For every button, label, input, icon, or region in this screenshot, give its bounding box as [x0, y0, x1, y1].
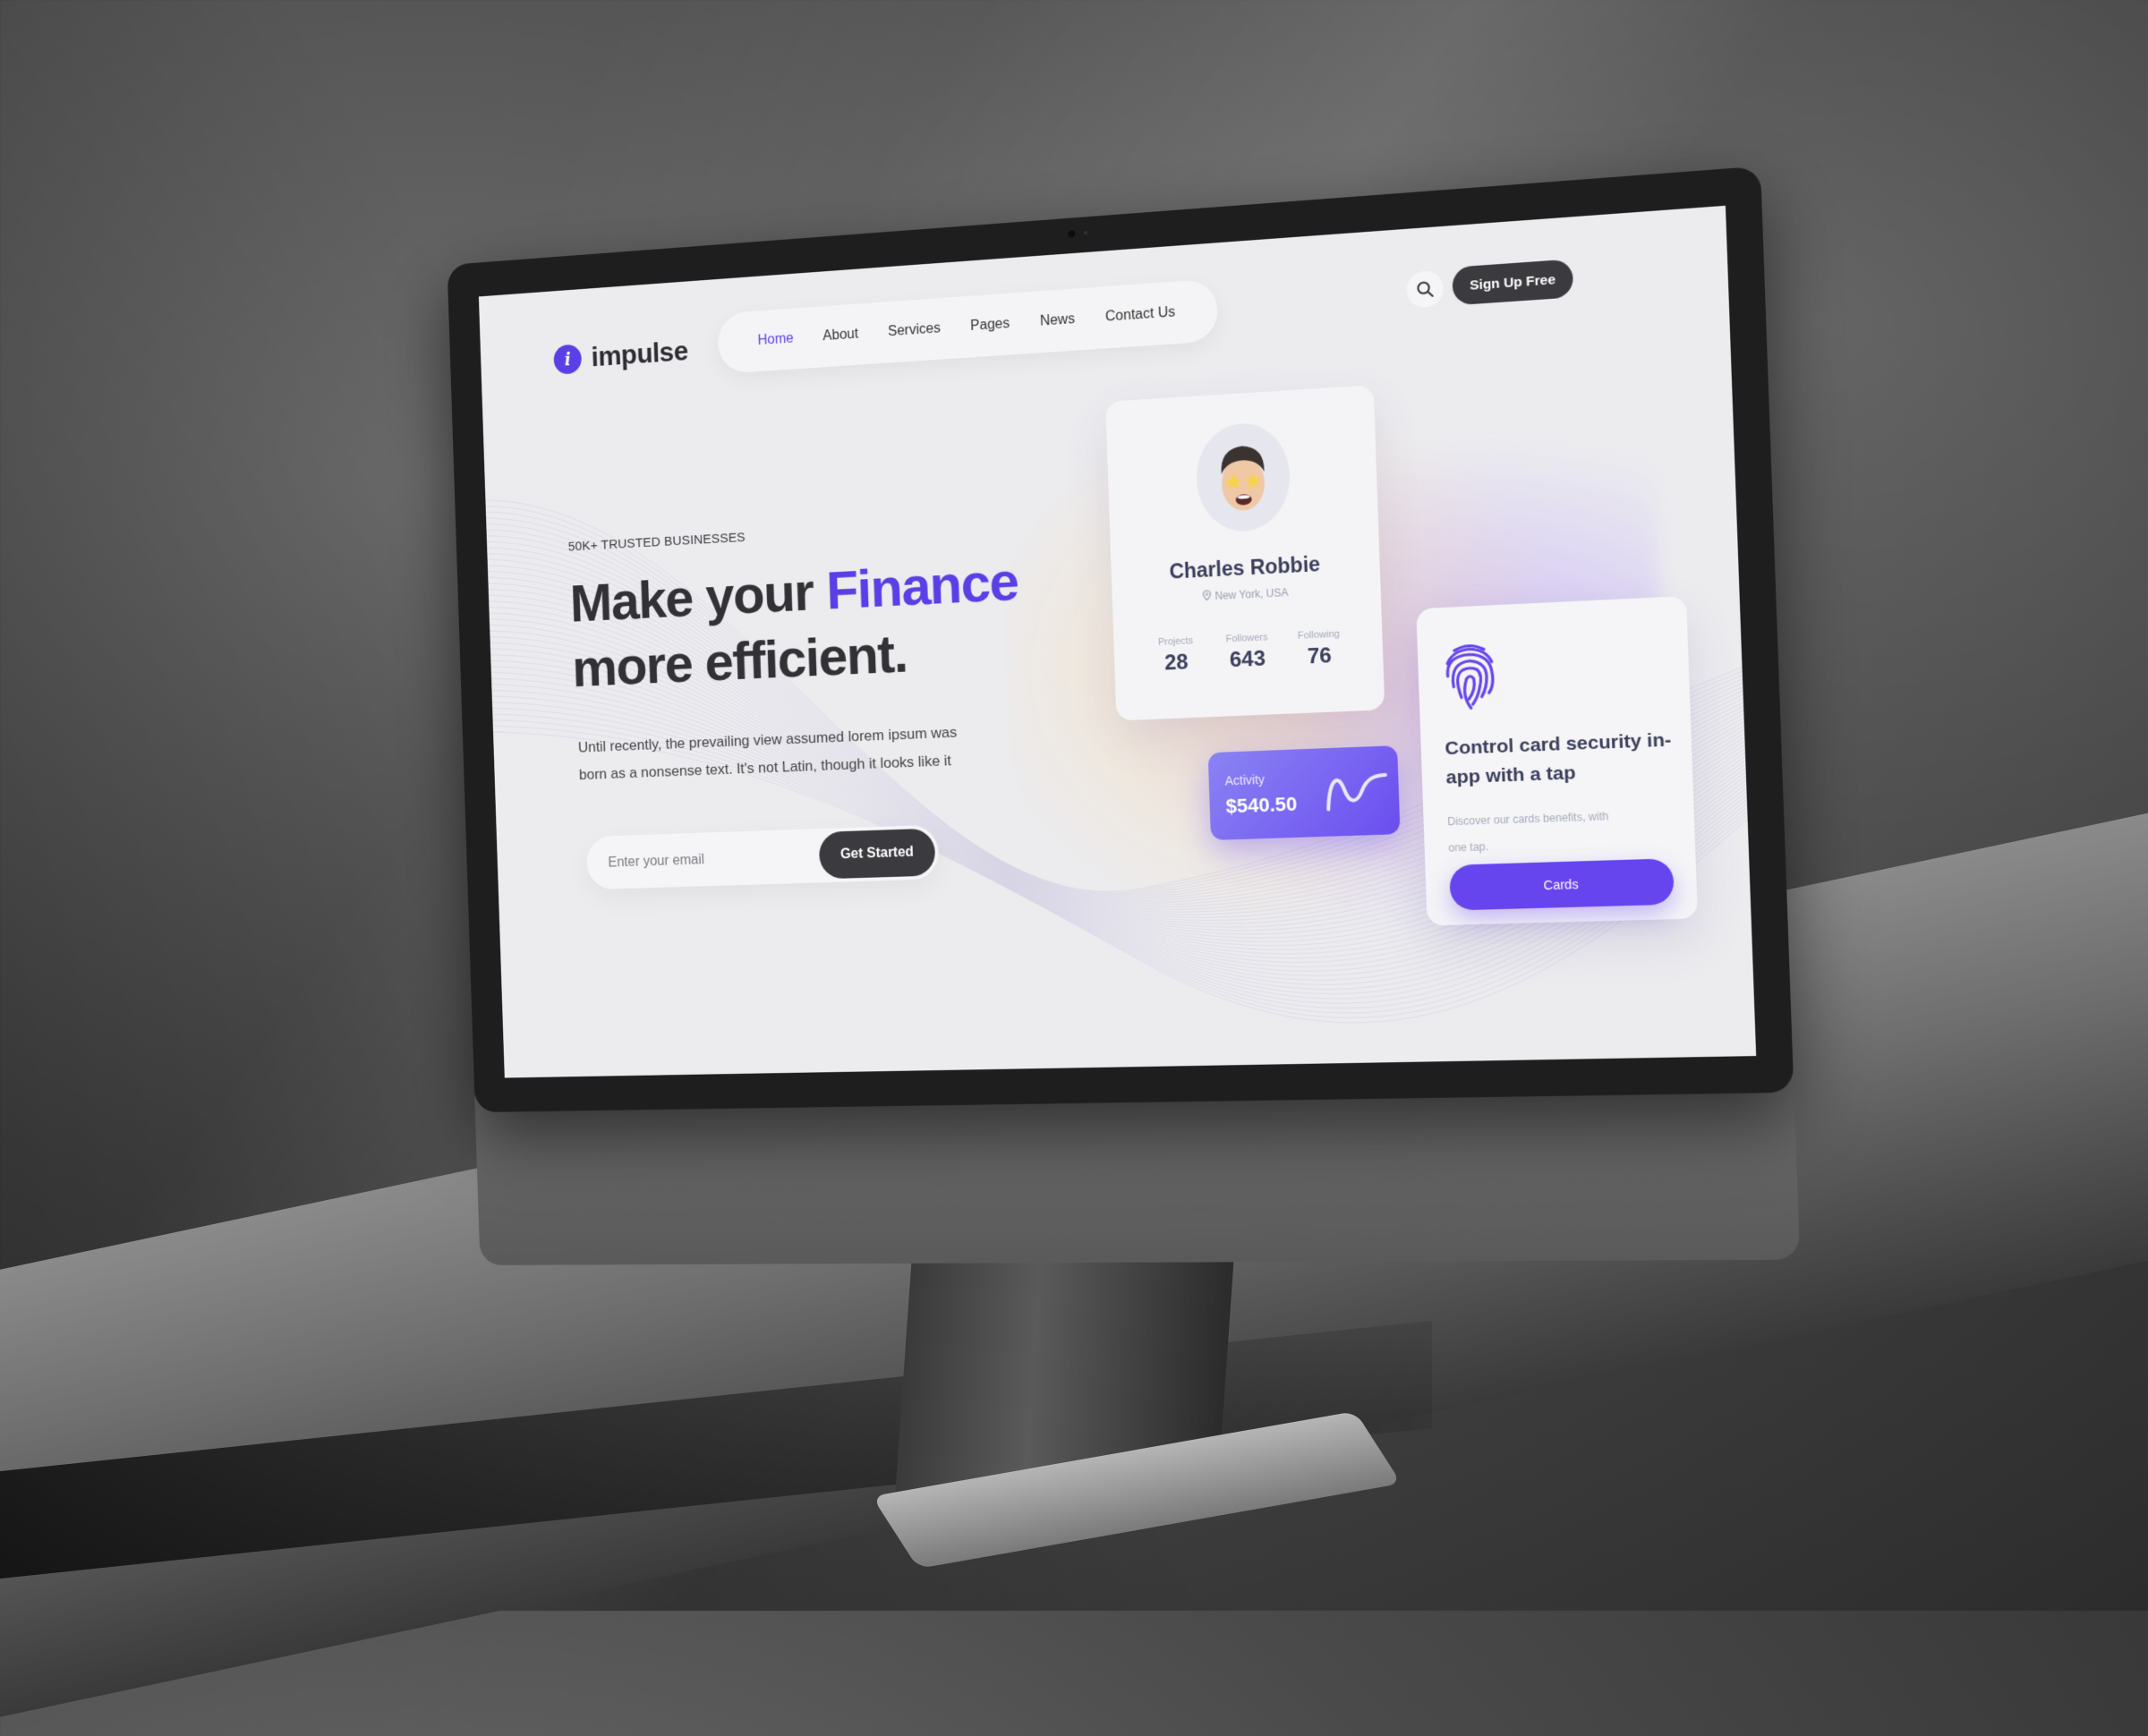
- get-started-button[interactable]: Get Started: [818, 828, 936, 880]
- camera-indicator-icon: [1083, 231, 1087, 235]
- profile-location: New York, USA: [1112, 582, 1381, 608]
- nav-item-home[interactable]: Home: [757, 331, 794, 349]
- nav-item-services[interactable]: Services: [888, 321, 941, 341]
- hero-headline: Make your Finance more efficient.: [569, 547, 1045, 701]
- website-screen: i impulse Home About Services Pages News…: [478, 205, 1757, 1078]
- logo-mark-icon: i: [553, 343, 583, 375]
- stat-label: Followers: [1225, 632, 1268, 645]
- avatar: [1194, 421, 1291, 534]
- stat-label: Following: [1297, 628, 1341, 642]
- memoji-avatar-icon: [1220, 445, 1266, 512]
- activity-value: $540.50: [1225, 792, 1298, 818]
- sparkline-icon: [1324, 768, 1389, 813]
- cards-button[interactable]: Cards: [1449, 858, 1675, 911]
- sign-up-free-button[interactable]: Sign Up Free: [1452, 259, 1574, 306]
- monitor-bezel: i impulse Home About Services Pages News…: [447, 166, 1794, 1113]
- nav-item-pages[interactable]: Pages: [970, 316, 1010, 335]
- search-button[interactable]: [1406, 269, 1445, 309]
- stat-label: Projects: [1157, 635, 1194, 648]
- headline-part-2: more efficient.: [571, 623, 908, 699]
- email-input[interactable]: [605, 829, 811, 891]
- search-icon: [1416, 279, 1435, 299]
- nav-item-contact-us[interactable]: Contact Us: [1105, 304, 1176, 325]
- monitor: i impulse Home About Services Pages News…: [447, 165, 1822, 1324]
- logo-text: impulse: [591, 335, 689, 373]
- stat-projects: Projects 28: [1140, 634, 1213, 677]
- fingerprint-icon: [1441, 642, 1499, 713]
- email-signup-form: Get Started: [585, 824, 940, 891]
- stat-value: 28: [1164, 650, 1189, 676]
- stat-value: 76: [1307, 643, 1333, 669]
- camera-icon: [1068, 230, 1076, 238]
- headline-part-1: Make your: [568, 561, 828, 634]
- main-nav: Home About Services Pages News Contact U…: [717, 278, 1219, 375]
- profile-stats: Projects 28 Followers 643 Following 76: [1140, 628, 1356, 677]
- logo[interactable]: i impulse: [553, 335, 688, 376]
- location-text: New York, USA: [1215, 586, 1289, 603]
- profile-card[interactable]: Charles Robbie New York, USA Projects 28: [1105, 385, 1385, 721]
- location-pin-icon: [1202, 590, 1211, 600]
- security-card-title: Control card security in-app with a tap: [1445, 729, 1672, 788]
- stat-value: 643: [1229, 646, 1266, 673]
- card-security-card: Control card security in-app with a tap …: [1416, 595, 1698, 926]
- profile-name: Charles Robbie: [1169, 552, 1321, 583]
- stat-following: Following 76: [1283, 628, 1356, 671]
- activity-card[interactable]: Activity $540.50: [1207, 745, 1401, 840]
- security-card-description: Discover our cards benefits, with one ta…: [1447, 810, 1609, 855]
- stat-followers: Followers 643: [1211, 632, 1283, 675]
- monitor-scene: i impulse Home About Services Pages News…: [0, 0, 2148, 1611]
- nav-item-news[interactable]: News: [1040, 311, 1076, 329]
- headline-accent: Finance: [825, 550, 1019, 622]
- activity-label: Activity: [1224, 771, 1266, 788]
- nav-item-about[interactable]: About: [823, 327, 858, 345]
